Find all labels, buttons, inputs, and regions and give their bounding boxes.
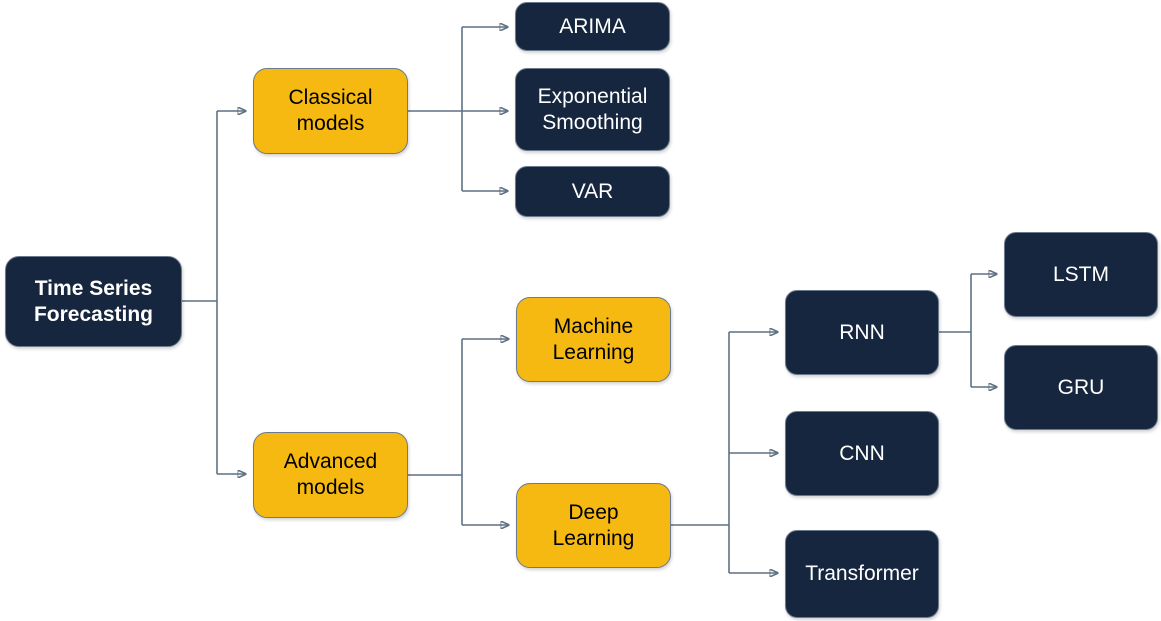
diagram-canvas: Time Series Forecasting Classical models…: [0, 0, 1161, 621]
node-gru[interactable]: GRU: [1004, 345, 1158, 430]
node-cnn[interactable]: CNN: [785, 411, 939, 496]
node-deep-learning[interactable]: Deep Learning: [516, 483, 671, 568]
node-machine-learning[interactable]: Machine Learning: [516, 297, 671, 382]
node-lstm[interactable]: LSTM: [1004, 232, 1158, 317]
node-transformer[interactable]: Transformer: [785, 530, 939, 618]
node-rnn[interactable]: RNN: [785, 290, 939, 375]
node-advanced-models[interactable]: Advanced models: [253, 432, 408, 518]
node-arima[interactable]: ARIMA: [515, 2, 670, 51]
node-var[interactable]: VAR: [515, 166, 670, 217]
node-classical-models[interactable]: Classical models: [253, 68, 408, 154]
node-exponential-smoothing[interactable]: Exponential Smoothing: [515, 68, 670, 151]
node-time-series-forecasting[interactable]: Time Series Forecasting: [5, 256, 182, 347]
